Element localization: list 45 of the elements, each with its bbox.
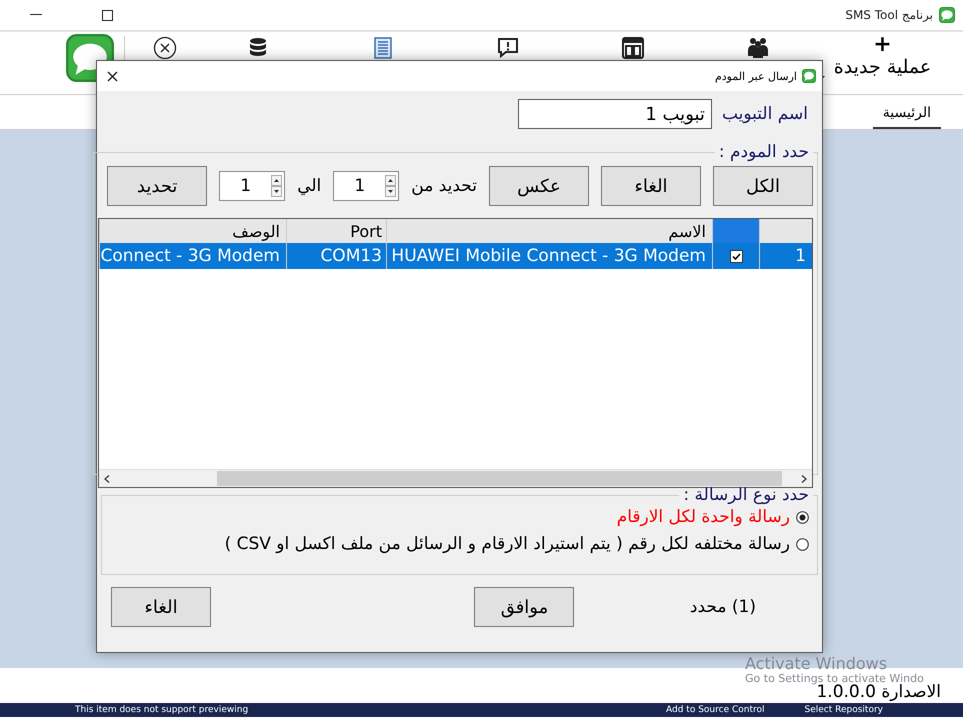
taskbar-item[interactable]: Select Repository [804,705,883,715]
selection-button[interactable]: الغاء [601,166,701,206]
cancel-button[interactable]: الغاء [111,587,212,627]
range-from-label: تحديد من [411,176,477,196]
number-spinner[interactable]: 1 [333,171,400,201]
tab-name-label: اسم التبويب [722,104,808,124]
radio-label[interactable]: رسالة مختلفه لكل رقم ( يتم استيراد الارقام و الرسائل من ملف اكسل او CSV ) [224,534,790,554]
apply-range-button[interactable]: تحديد [107,166,208,206]
maximize-icon[interactable] [102,10,113,20]
group-title: حدد المودم : [718,142,810,162]
scroll-left-icon[interactable] [104,474,110,482]
version-label: الاصدارة 1.0.0.0 [816,682,941,702]
scroll-right-icon[interactable] [801,474,807,482]
row-highlight[interactable] [99,243,812,269]
activation-title: Activate Windows [745,655,888,672]
comment-alert-icon[interactable] [496,36,520,60]
number-spinner[interactable]: 1 [219,171,286,201]
group-title: حدد نوع الرسالة : [682,485,810,505]
minimize-icon[interactable] [30,14,42,16]
app-logo-icon [939,7,955,23]
window-title: برنامج SMS Tool [845,8,933,22]
radio-button[interactable] [796,538,809,550]
selected-count: (1) محدد [690,597,756,617]
spin-down-icon[interactable] [385,186,396,197]
spin-up-icon[interactable] [271,175,282,186]
layout-icon[interactable] [620,36,644,60]
selection-button[interactable]: الكل [713,166,813,206]
selection-button[interactable]: عكس [489,166,589,206]
ok-button[interactable]: موافق [474,587,574,627]
taskbar-item[interactable]: This item does not support previewing [75,705,248,715]
activation-text: Go to Settings to activate Windo [745,672,924,685]
taskbar-item[interactable]: Add to Source Control [666,705,765,715]
tab-name-field[interactable]: تبويب 1 [518,99,712,129]
spin-down-icon[interactable] [271,186,282,197]
close-icon[interactable] [107,70,118,82]
radio-label[interactable]: رسالة واحدة لكل الارقام [616,507,790,527]
cancel-icon[interactable] [153,36,177,60]
horizontal-scrollbar[interactable] [99,469,812,487]
range-to-label: الي [297,176,322,196]
checkbox[interactable] [730,250,742,262]
dialog-title: ارسال عبر المودم [714,70,797,82]
people-icon[interactable] [746,36,770,60]
radio-button[interactable] [796,510,809,524]
spin-up-icon[interactable] [385,175,396,186]
sms-icon [802,69,816,83]
